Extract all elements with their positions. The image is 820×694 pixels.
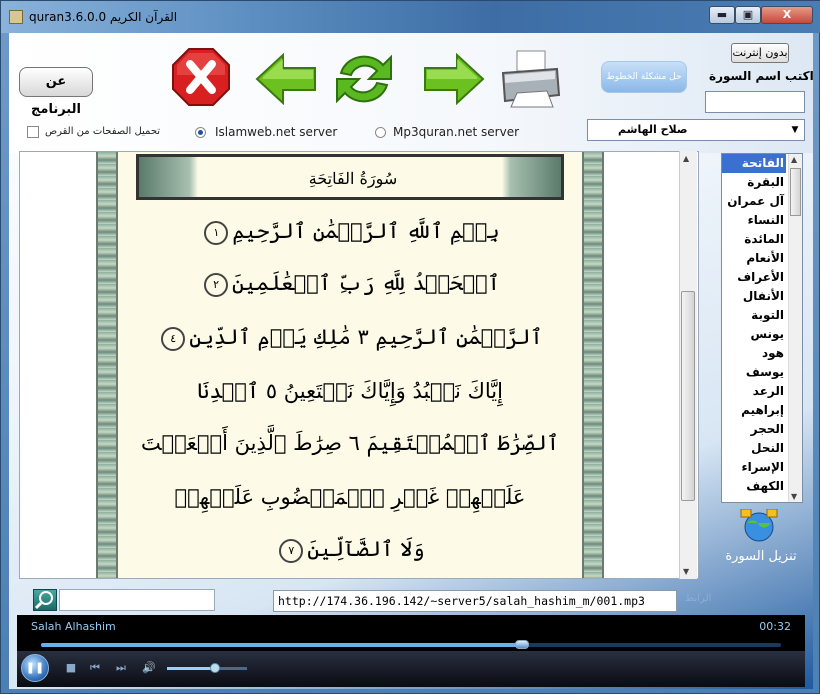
scroll-up-icon[interactable]: ▲ (683, 154, 689, 163)
player-seek-handle[interactable] (515, 640, 529, 649)
close-button[interactable]: X (761, 6, 813, 24)
title-bar[interactable]: quran3.6.0.0 القرآن الكريم ▬ ▣ X (1, 1, 820, 33)
sura-list-item[interactable]: النحل (722, 439, 786, 458)
mp3quran-server-label[interactable]: Mp3quran.net server (393, 125, 519, 139)
verse-number: ٧ (279, 538, 304, 563)
load-pages-from-disk-label[interactable]: تحميل الصفحات من القرص (45, 126, 160, 137)
app-icon (9, 10, 23, 24)
verse-line: عَلَيۡهِمۡ غَيۡرِ ٱلۡمَغۡضُوبِ عَلَيۡهِم… (174, 485, 526, 509)
sura-list-item[interactable]: يونس (722, 325, 786, 344)
link-label: الرابط (685, 593, 712, 604)
sura-list-item[interactable]: آل عمران (722, 192, 786, 211)
islamweb-server-label[interactable]: Islamweb.net server (215, 125, 337, 139)
islamweb-server-radio[interactable] (195, 127, 206, 138)
verse-number: ٤ (161, 326, 186, 351)
download-globe-icon[interactable] (737, 509, 781, 543)
refresh-icon[interactable] (331, 47, 397, 111)
media-player: Salah Alhashim 00:32 ❚❚ ■ ⏮ ⏭ 🔊 (17, 615, 805, 687)
volume-fill (167, 667, 215, 670)
sura-list-item[interactable]: إبراهيم (722, 401, 786, 420)
volume-icon[interactable]: 🔊 (141, 660, 157, 676)
client-area: عن البرنامج حل مشكلة الخطوط بدون إنترنت (9, 33, 814, 689)
about-button[interactable]: عن البرنامج (19, 67, 93, 117)
mp3quran-server-radio[interactable] (375, 127, 386, 138)
mushaf-page: سُورَةُ الفَاتِحَةِ بِسۡمِ ٱللَّهِ ٱلرَّ… (96, 152, 604, 578)
sura-list-item[interactable]: يوسف (722, 363, 786, 382)
sura-list-item[interactable]: المائدة (722, 230, 786, 249)
sura-name-label: اكتب اسم السورة (709, 69, 814, 83)
reciter-selected-value: صلاح الهاشم (618, 123, 688, 136)
back-arrow-icon[interactable] (255, 53, 317, 105)
verse-line: ٱلرَّحۡمَٰنِ ٱلرَّحِيمِ ٣ مَٰلِكِ يَوۡمِ… (130, 322, 570, 352)
sura-list-scroll-thumb[interactable] (790, 168, 801, 216)
previous-track-icon[interactable]: ⏮ (87, 660, 103, 676)
sura-list[interactable]: الفاتحة البقرة آل عمران النساء المائدة الأنعا… (721, 153, 803, 503)
list-scroll-down-icon[interactable]: ▼ (791, 492, 797, 501)
verse-line: ٱلصِّرَٰطَ ٱلۡمُسۡتَقِيمَ ٦ صِرَٰطَ ٱلَّ… (140, 431, 560, 455)
audio-url-field[interactable]: http://174.36.196.142/~server5/salah_has… (273, 590, 677, 612)
sura-list-item[interactable]: الإسراء (722, 458, 786, 477)
volume-slider[interactable] (167, 663, 247, 673)
minimize-button[interactable]: ▬ (709, 6, 735, 24)
player-seek-bar[interactable] (41, 640, 781, 649)
window-title: quran3.6.0.0 القرآن الكريم (29, 10, 178, 24)
verse-number: ٢ (204, 272, 229, 297)
sura-list-item[interactable]: الأعراف (722, 268, 786, 287)
player-elapsed-time: 00:32 (759, 620, 791, 633)
printer-icon[interactable] (497, 47, 563, 109)
sura-list-item[interactable]: الأنعام (722, 249, 786, 268)
sura-list-item[interactable]: الحجر (722, 420, 786, 439)
verse-line: وَلَا ٱلضَّآلِّينَ٧ (130, 534, 570, 564)
viewer-scrollbar[interactable]: ▲ ▼ (679, 151, 697, 579)
download-sura-label[interactable]: تنزيل السورة (723, 549, 799, 564)
fix-fonts-button[interactable]: حل مشكلة الخطوط (601, 61, 687, 93)
scroll-down-icon[interactable]: ▼ (683, 567, 689, 576)
list-scroll-up-icon[interactable]: ▲ (791, 155, 797, 164)
verse-line: بِسۡمِ ٱللَّهِ ٱلرَّحۡمَٰنِ ٱلرَّحِيمِ١ (130, 216, 570, 246)
sura-list-item[interactable]: الكهف (722, 477, 786, 496)
offline-button[interactable]: بدون إنترنت (731, 43, 789, 63)
verse-line: ٱلۡحَمۡدُ لِلَّهِ رَبِّ ٱلۡعَٰلَمِينَ٢ (130, 268, 570, 298)
viewer-scroll-thumb[interactable] (681, 291, 695, 501)
chevron-down-icon[interactable]: ▼ (788, 122, 802, 138)
exit-icon[interactable] (171, 47, 231, 107)
sura-header-frame: سُورَةُ الفَاتِحَةِ (136, 154, 564, 200)
stop-icon[interactable]: ■ (63, 660, 79, 676)
sura-list-item[interactable]: النساء (722, 211, 786, 230)
next-track-icon[interactable]: ⏭ (113, 660, 129, 676)
sura-list-item[interactable]: هود (722, 344, 786, 363)
load-pages-from-disk-checkbox[interactable] (27, 126, 39, 138)
app-window: quran3.6.0.0 القرآن الكريم ▬ ▣ X عن البر… (0, 0, 820, 694)
page-border-left (96, 152, 118, 578)
sura-list-item[interactable]: الرعد (722, 382, 786, 401)
volume-handle[interactable] (210, 663, 220, 673)
forward-arrow-icon[interactable] (423, 53, 485, 105)
sura-list-scrollbar[interactable]: ▲ ▼ (788, 154, 802, 502)
sura-list-item[interactable]: الفاتحة (722, 154, 786, 173)
search-icon[interactable] (33, 589, 57, 611)
player-track-title: Salah Alhashim (31, 620, 116, 633)
reciter-select[interactable]: صلاح الهاشم ▼ (587, 119, 805, 141)
mushaf-page-viewer[interactable]: سُورَةُ الفَاتِحَةِ بِسۡمِ ٱللَّهِ ٱلرَّ… (19, 151, 699, 579)
player-controls: ❚❚ ■ ⏮ ⏭ 🔊 (17, 651, 805, 687)
maximize-button[interactable]: ▣ (735, 6, 761, 24)
sura-title: سُورَةُ الفَاتِحَةِ (247, 167, 459, 191)
page-border-right (582, 152, 604, 578)
sura-name-input[interactable] (705, 91, 805, 113)
sura-list-item[interactable]: البقرة (722, 173, 786, 192)
sura-list-item[interactable]: التوبة (722, 306, 786, 325)
sura-list-item[interactable]: الأنفال (722, 287, 786, 306)
player-seek-fill (41, 643, 522, 647)
search-input[interactable] (59, 589, 215, 611)
verse-number: ١ (204, 220, 229, 245)
pause-button[interactable]: ❚❚ (21, 654, 49, 682)
verse-line: إِيَّاكَ نَعۡبُدُ وَإِيَّاكَ نَسۡتَعِينُ… (197, 379, 503, 403)
